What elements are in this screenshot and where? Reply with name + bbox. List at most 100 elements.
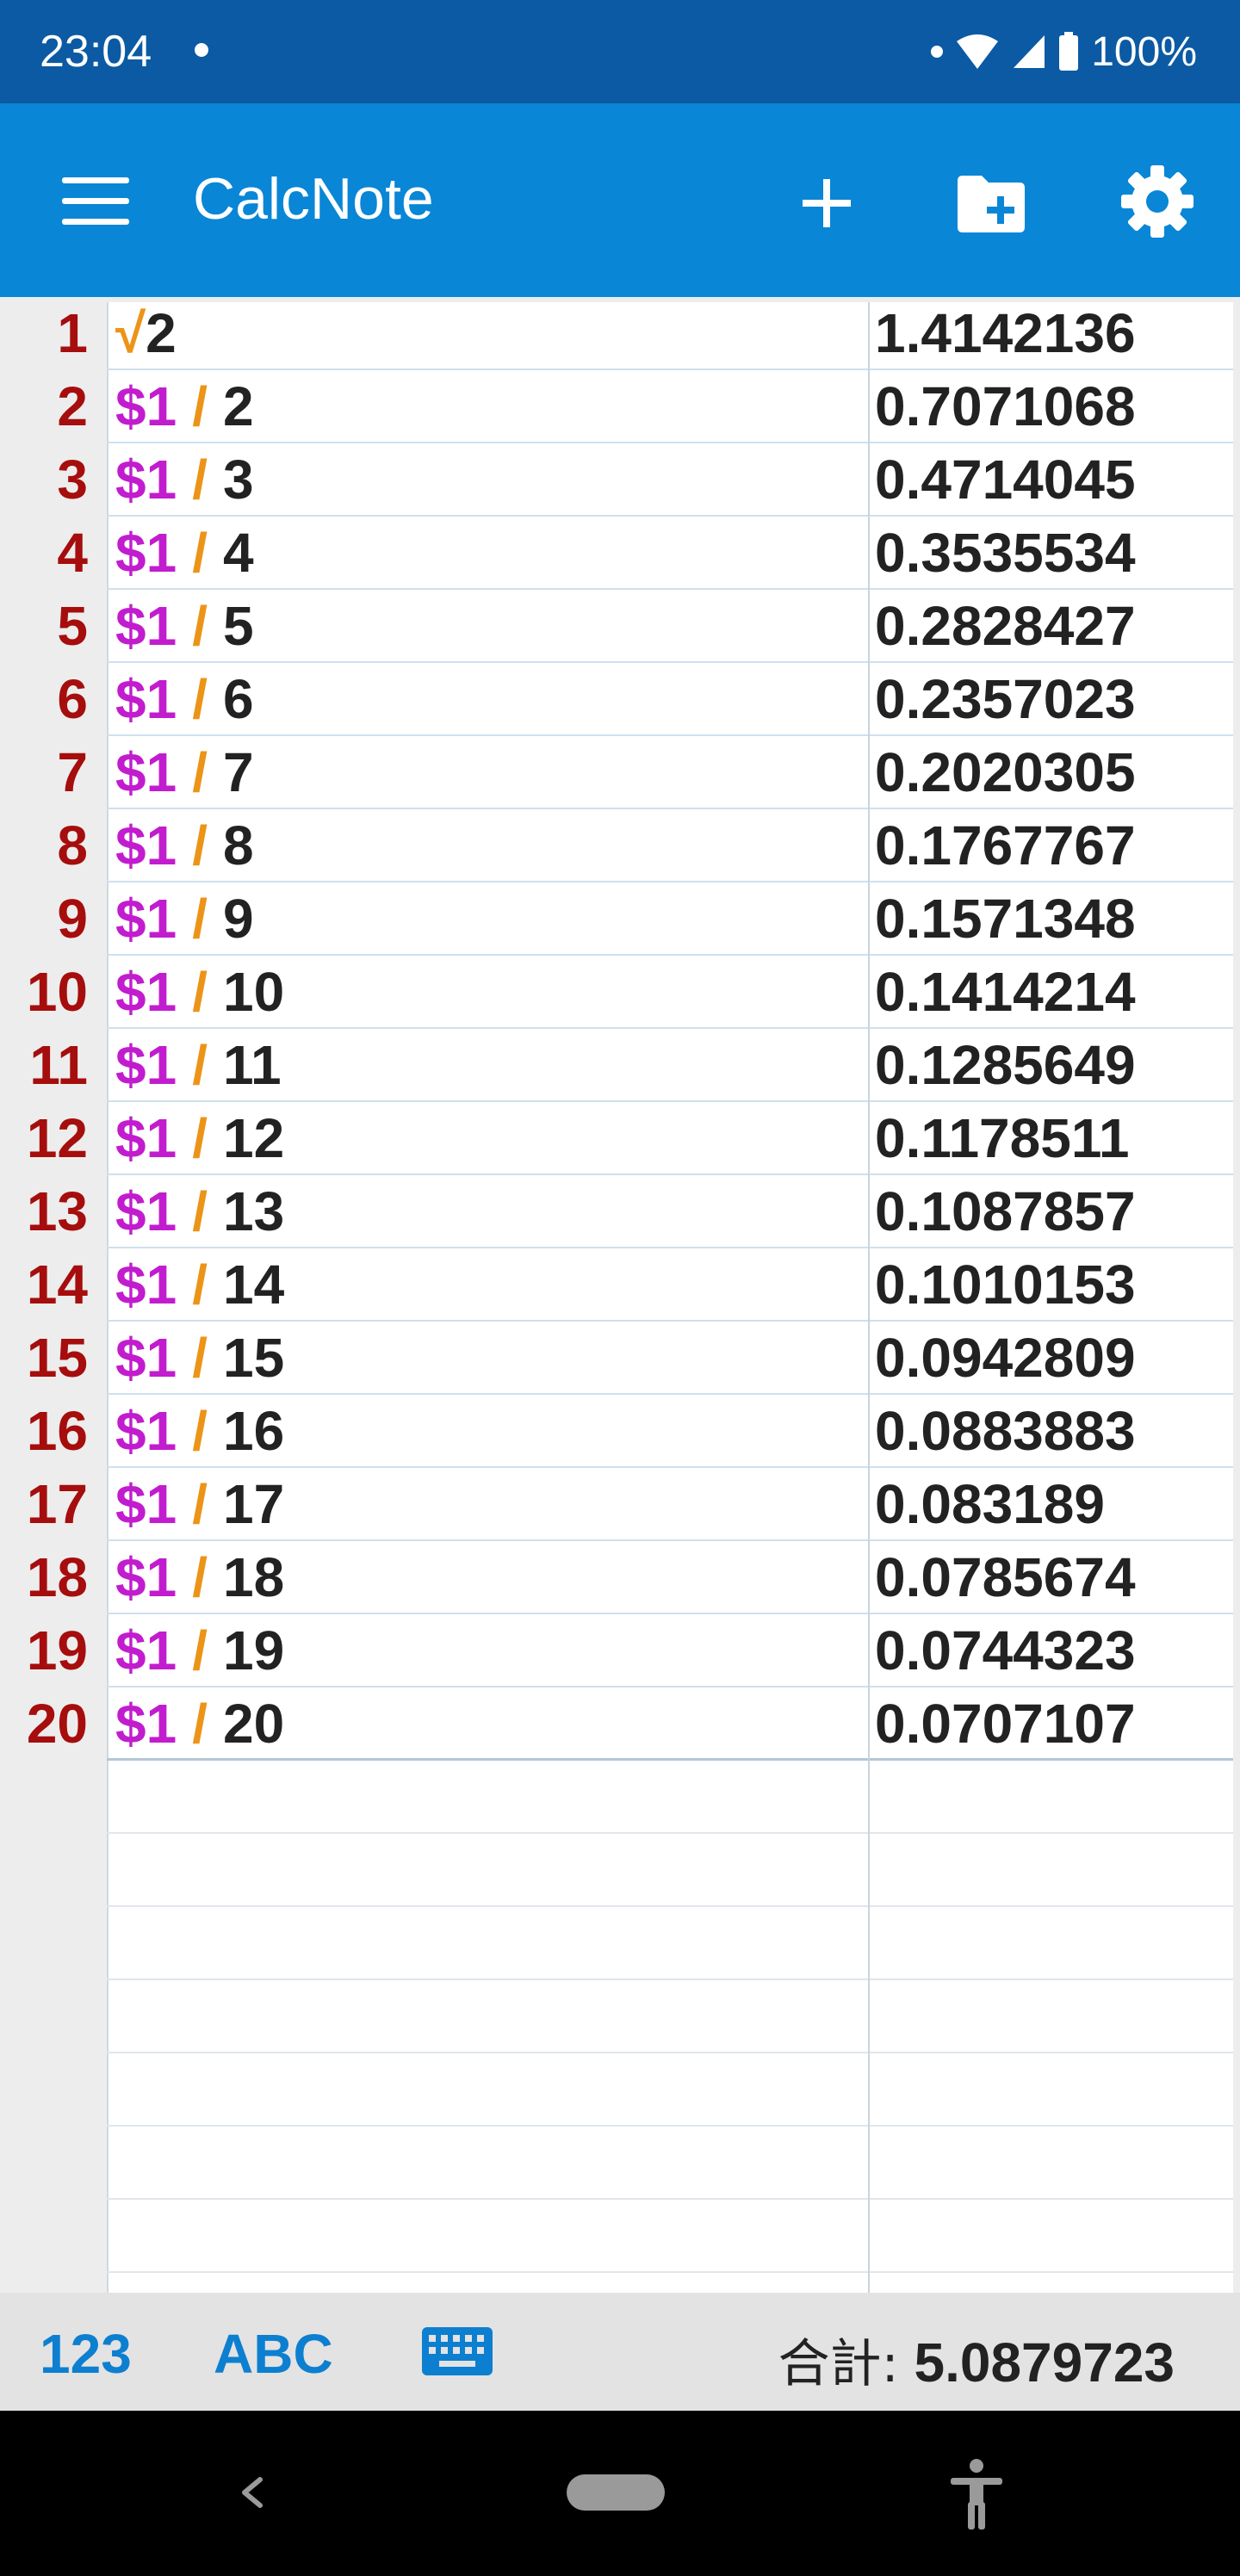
expression[interactable]: $1/8 bbox=[115, 809, 254, 882]
note-line[interactable]: $1/3 0.4714045 bbox=[107, 443, 1233, 517]
note-line[interactable]: $1/9 0.1571348 bbox=[107, 882, 1233, 956]
line-reference: $1 bbox=[115, 1034, 177, 1096]
note-line[interactable]: $1/12 0.1178511 bbox=[107, 1102, 1233, 1175]
expression[interactable]: $1/16 bbox=[115, 1395, 284, 1468]
text-mode-button[interactable]: ABC bbox=[214, 2322, 333, 2386]
line-reference: $1 bbox=[115, 449, 177, 511]
add-icon[interactable] bbox=[796, 164, 858, 241]
note-editor[interactable]: 1 2 3 4 5 6 7 8 9 10 11 12 13 14 15 16 1… bbox=[0, 297, 1240, 2293]
note-line[interactable]: $1/18 0.0785674 bbox=[107, 1541, 1233, 1614]
expression[interactable]: $1/2 bbox=[115, 370, 254, 443]
column-divider bbox=[868, 302, 870, 2293]
empty-line[interactable] bbox=[107, 2200, 1233, 2273]
operand: 13 bbox=[222, 1180, 285, 1242]
note-line[interactable]: $1/13 0.1087857 bbox=[107, 1175, 1233, 1248]
note-line[interactable]: $1/5 0.2828427 bbox=[107, 590, 1233, 663]
line-number: 7 bbox=[57, 741, 88, 803]
divide-operator: / bbox=[192, 1693, 208, 1755]
empty-line[interactable] bbox=[107, 1980, 1233, 2053]
divide-operator: / bbox=[192, 1254, 208, 1316]
expression[interactable]: $1/4 bbox=[115, 517, 254, 590]
expression[interactable]: $1/6 bbox=[115, 663, 254, 736]
gear-icon[interactable] bbox=[1118, 162, 1197, 241]
expression[interactable]: $1/17 bbox=[115, 1468, 284, 1541]
menu-icon[interactable] bbox=[62, 177, 131, 226]
note-line[interactable]: $1/11 0.1285649 bbox=[107, 1029, 1233, 1102]
line-number: 3 bbox=[57, 449, 88, 511]
divide-operator: / bbox=[192, 522, 208, 584]
expression[interactable]: $1/11 bbox=[115, 1029, 282, 1102]
battery-level: 100% bbox=[1091, 28, 1197, 75]
result-value: 0.1767767 bbox=[875, 814, 1136, 876]
divide-operator: / bbox=[192, 1327, 208, 1389]
accessibility-icon[interactable] bbox=[946, 2454, 1008, 2531]
app-title: CalcNote bbox=[193, 166, 434, 232]
line-reference: $1 bbox=[115, 888, 177, 950]
result-value: 0.4714045 bbox=[875, 449, 1136, 511]
expression[interactable]: $1/3 bbox=[115, 443, 254, 517]
total-display: 合計: 5.0879723 bbox=[778, 2322, 1175, 2397]
expression[interactable]: $1/5 bbox=[115, 590, 254, 663]
expression[interactable]: $1/20 bbox=[115, 1687, 284, 1761]
back-icon[interactable] bbox=[234, 2454, 269, 2531]
operand: 16 bbox=[222, 1400, 285, 1462]
line-number: 16 bbox=[26, 1400, 88, 1462]
note-line[interactable]: $1/19 0.0744323 bbox=[107, 1614, 1233, 1687]
line-number: 18 bbox=[26, 1546, 88, 1608]
status-bar: 23:04 100% bbox=[0, 0, 1240, 103]
numeric-mode-button[interactable]: 123 bbox=[40, 2322, 132, 2386]
create-new-folder-icon[interactable] bbox=[954, 164, 1026, 241]
note-line[interactable]: $1/8 0.1767767 bbox=[107, 809, 1233, 882]
empty-line[interactable] bbox=[107, 2053, 1233, 2127]
note-line[interactable]: √2 1.4142136 bbox=[107, 297, 1233, 370]
system-navigation-bar bbox=[0, 2411, 1240, 2576]
expression[interactable]: $1/13 bbox=[115, 1175, 284, 1248]
empty-line[interactable] bbox=[107, 1907, 1233, 1980]
note-line[interactable]: $1/10 0.1414214 bbox=[107, 956, 1233, 1029]
line-number: 14 bbox=[26, 1254, 88, 1316]
expression[interactable]: √2 bbox=[115, 297, 177, 370]
expression[interactable]: $1/7 bbox=[115, 736, 254, 809]
expression[interactable]: $1/18 bbox=[115, 1541, 284, 1614]
line-number: 5 bbox=[57, 595, 88, 657]
expression[interactable]: $1/10 bbox=[115, 956, 284, 1029]
line-number-gutter: 1 2 3 4 5 6 7 8 9 10 11 12 13 14 15 16 1… bbox=[0, 297, 105, 2293]
line-reference: $1 bbox=[115, 1400, 177, 1462]
result-value: 0.0785674 bbox=[875, 1546, 1136, 1608]
note-line[interactable]: $1/14 0.1010153 bbox=[107, 1248, 1233, 1322]
expression[interactable]: $1/19 bbox=[115, 1614, 284, 1687]
note-line[interactable]: $1/7 0.2020305 bbox=[107, 736, 1233, 809]
note-line[interactable]: $1/16 0.0883883 bbox=[107, 1395, 1233, 1468]
operand: 4 bbox=[222, 522, 254, 584]
bottom-toolbar: 123 ABC 合計: 5.0879723 bbox=[0, 2293, 1240, 2411]
line-number: 4 bbox=[57, 522, 88, 584]
line-reference: $1 bbox=[115, 375, 177, 437]
note-line[interactable]: $1/17 0.083189 bbox=[107, 1468, 1233, 1541]
note-line[interactable]: $1/20 0.0707107 bbox=[107, 1687, 1233, 1761]
divide-operator: / bbox=[192, 1619, 208, 1681]
sqrt-operator: √ bbox=[115, 302, 146, 364]
result-value: 1.4142136 bbox=[875, 302, 1136, 364]
operand: 10 bbox=[222, 961, 285, 1023]
total-label: 合計: bbox=[778, 2334, 899, 2394]
result-value: 0.0707107 bbox=[875, 1693, 1136, 1755]
home-pill[interactable] bbox=[567, 2474, 665, 2511]
empty-line[interactable] bbox=[107, 1761, 1233, 1834]
expression[interactable]: $1/9 bbox=[115, 882, 254, 956]
line-number: 12 bbox=[26, 1107, 88, 1169]
notification-dot-icon bbox=[195, 43, 208, 57]
note-line[interactable]: $1/2 0.7071068 bbox=[107, 370, 1233, 443]
line-reference: $1 bbox=[115, 1327, 177, 1389]
note-line[interactable]: $1/15 0.0942809 bbox=[107, 1322, 1233, 1395]
empty-line[interactable] bbox=[107, 2127, 1233, 2200]
result-value: 0.1414214 bbox=[875, 961, 1136, 1023]
result-value: 0.1571348 bbox=[875, 888, 1136, 950]
status-icons: 100% bbox=[931, 26, 1197, 77]
expression[interactable]: $1/15 bbox=[115, 1322, 284, 1395]
expression[interactable]: $1/12 bbox=[115, 1102, 284, 1175]
note-line[interactable]: $1/4 0.3535534 bbox=[107, 517, 1233, 590]
note-line[interactable]: $1/6 0.2357023 bbox=[107, 663, 1233, 736]
expression[interactable]: $1/14 bbox=[115, 1248, 284, 1322]
empty-line[interactable] bbox=[107, 1834, 1233, 1907]
keyboard-icon[interactable] bbox=[422, 2327, 493, 2375]
